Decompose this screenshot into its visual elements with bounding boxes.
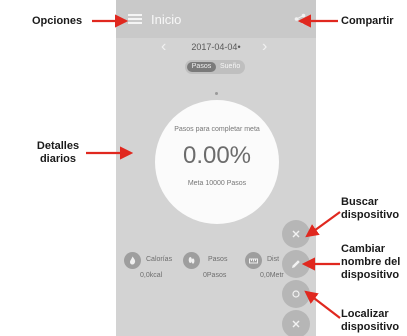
page-indicator-dot: [215, 92, 218, 95]
locate-device-callout: Localizar dispositivo: [341, 308, 400, 333]
tab-steps[interactable]: Pasos: [187, 62, 216, 72]
page-title: Inicio: [151, 12, 182, 27]
close-icon: [292, 320, 300, 328]
steps-sleep-toggle: Pasos Sueño: [185, 60, 245, 74]
date-label: 2017-04-04•: [191, 42, 241, 52]
close-menu-button[interactable]: [282, 310, 310, 336]
calories-value: 0,0kcal: [140, 272, 163, 279]
locate-device-button[interactable]: [282, 280, 310, 308]
calories-label: Calorías: [146, 256, 173, 263]
tab-sleep[interactable]: Sueño: [220, 62, 240, 72]
next-day-chevron-icon[interactable]: ›: [262, 38, 267, 56]
steps-label: Pasos: [208, 256, 228, 263]
daily-details-callout: Detalles diarios: [36, 140, 80, 165]
daily-progress-circle[interactable]: Pasos para completar meta 0.00% Meta 100…: [155, 100, 279, 224]
distance-icon: [245, 252, 262, 269]
footprint-icon: [183, 252, 200, 269]
rename-device-callout: Cambiar nombre del dispositivo: [341, 243, 401, 281]
distance-value: 0,0Metr: [260, 272, 284, 279]
distance-label: Dist: [267, 256, 280, 263]
share-icon[interactable]: [294, 13, 306, 25]
pencil-icon: [292, 260, 300, 268]
app-toolbar: Inicio: [116, 0, 316, 38]
rename-device-button[interactable]: [282, 250, 310, 278]
menu-icon[interactable]: [128, 14, 142, 24]
search-device-callout: Buscar dispositivo: [341, 196, 400, 221]
progress-label: Pasos para completar meta: [174, 126, 260, 133]
steps-value: 0Pasos: [203, 272, 227, 279]
progress-value: 0.00%: [182, 142, 252, 169]
locate-icon: [292, 290, 300, 298]
close-icon: [292, 230, 300, 238]
date-navigator: ‹ 2017-04-04• ›: [116, 38, 316, 58]
flame-icon: [124, 252, 141, 269]
goal-label: Meta 10000 Pasos: [187, 180, 247, 187]
search-device-button[interactable]: [282, 220, 310, 248]
share-callout: Compartir: [341, 15, 394, 27]
phone-screen: Inicio ‹ 2017-04-04• › Pasos Sueño Pasos…: [116, 0, 316, 336]
options-callout: Opciones: [32, 15, 83, 27]
